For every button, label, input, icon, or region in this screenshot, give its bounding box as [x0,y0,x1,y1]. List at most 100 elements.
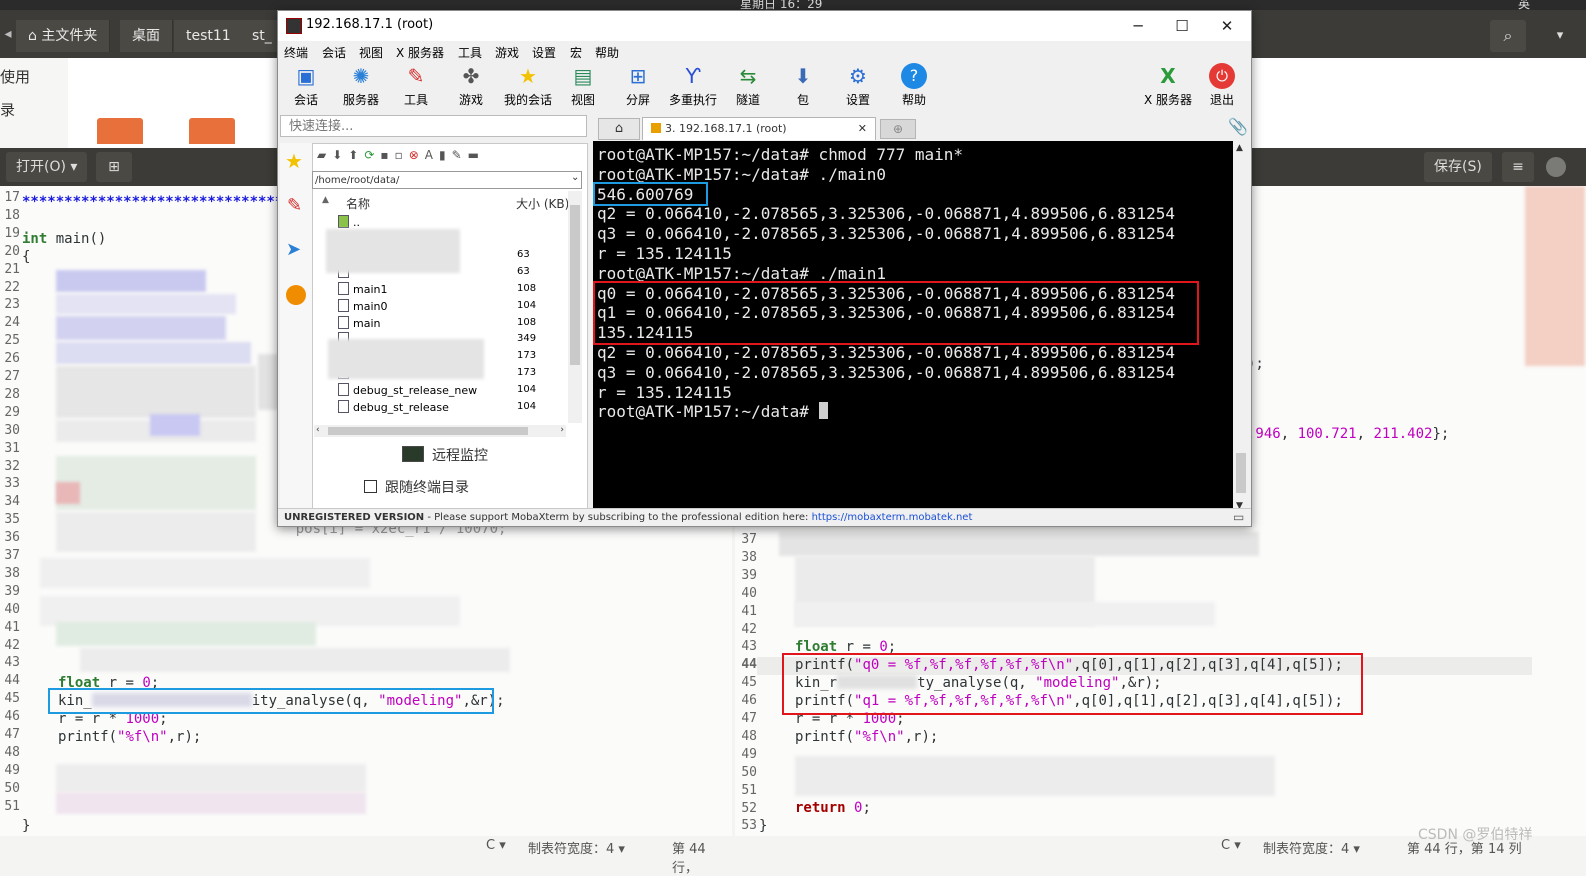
send-icon[interactable]: ➤ [286,239,301,260]
blurred-code [56,342,251,364]
file-size: 349 [517,333,537,344]
toolbar-exit[interactable]: ⏻ 退出 [1194,63,1250,108]
terminal-scrollbar[interactable]: ▲ ▼ [1233,141,1249,515]
close-tab-icon[interactable]: ✕ [858,118,867,140]
new-tab-icon[interactable]: ⊕ [880,119,916,139]
terminal-icon: ▬ [467,148,485,162]
sort-arrow-icon[interactable]: ▲ [322,195,329,205]
toolbar-my-sessions[interactable]: ★ 我的会话 [500,63,556,108]
blurred-code [56,316,226,340]
remote-monitor-button[interactable]: 远程监控 [402,445,488,465]
code-line-51: } [22,818,31,834]
upload-icon: ⬆ [348,148,365,162]
tab-width-selector[interactable]: 制表符宽度：4 ▾ [1263,838,1360,857]
minimize-icon[interactable]: ─ [1123,15,1153,37]
line-number: 34 [4,494,20,510]
close-icon[interactable]: ✕ [1212,15,1242,37]
toolbar-packages[interactable]: ⬇ 包 [775,63,831,108]
quick-connect-input[interactable]: 快速连接... [280,115,587,137]
sidebar-item-recent[interactable]: 使用 [0,66,30,87]
toolbar-view[interactable]: ▤ 视图 [555,63,611,108]
folder-icon[interactable] [189,118,235,144]
list-item[interactable]: debug_st_release_new [316,383,477,397]
toolbar-tunneling[interactable]: ⇆ 隧道 [720,63,776,108]
toolbar-session[interactable]: ▣ 会话 [278,63,334,108]
blurred-code [56,512,256,552]
menu-tools[interactable]: 工具 [458,44,482,61]
save-button[interactable]: 保存(S) [1424,152,1492,182]
toolbar-tools[interactable]: ✎ 工具 [388,63,444,108]
gamepad-icon: ✤ [462,64,480,88]
terminal-line: q2 = 0.066410,-2.078565,3.325306,-0.0688… [597,343,1175,362]
open-button[interactable]: 打开(O) ▾ [6,152,88,182]
list-item[interactable]: .. [316,215,360,229]
line-number: 38 [741,549,757,565]
language-selector[interactable]: C ▾ [1221,838,1241,853]
menu-view[interactable]: 视图 [359,44,383,61]
blurred-code [40,558,370,588]
column-size-header[interactable]: 大小 (KB) [516,195,569,212]
chevron-down-icon[interactable]: ⌄ [571,172,579,183]
line-number: 47 [741,711,757,726]
menu-macros[interactable]: 宏 [570,44,582,61]
folder-icon[interactable] [97,118,143,144]
sftp-toolbar[interactable]: ▰⬇⬆⟳▪▫⊗A▮✎▬ [317,148,557,166]
menu-settings[interactable]: 设置 [532,44,556,61]
registration-status-bar: UNREGISTERED VERSION - Please support Mo… [278,508,1251,526]
new-tab-icon[interactable]: ⊞ [96,152,132,182]
menu-terminal[interactable]: 终端 [284,44,308,61]
line-number: 38 [4,565,20,581]
maximize-icon[interactable]: ☐ [1167,15,1197,37]
line-number: 26 [4,351,20,367]
file-size: 108 [517,317,537,328]
list-item[interactable]: main1 [316,282,387,296]
column-name-header[interactable]: 名称 [346,195,370,212]
tab-width-selector[interactable]: 制表符宽度：4 ▾ [528,838,625,857]
toolbar-split[interactable]: ⊞ 分屏 [610,63,666,108]
terminal-line: root@ATK-MP157:~/data# chmod 777 main* [597,145,964,164]
follow-terminal-checkbox[interactable]: 跟随终端目录 [364,477,469,497]
sftp-scrollbar[interactable] [568,191,582,423]
breadcrumb-test11[interactable]: test11 [174,20,244,52]
line-number: 46 [4,709,20,725]
minimize-icon[interactable] [1546,157,1566,177]
monitor-icon[interactable]: ▭ [1233,510,1244,524]
language-selector[interactable]: C ▾ [486,838,506,853]
sftp-icon[interactable] [286,285,306,305]
back-arrow-icon[interactable]: ◂ [0,20,16,48]
toolbar-xserver[interactable]: XX 服务器 [1138,63,1198,108]
window-menu-icon[interactable]: ▾ [1540,20,1580,52]
horizontal-scrollbar[interactable]: ‹ › [314,425,566,437]
star-icon[interactable]: ★ [285,149,303,173]
edit-icon: ✎ [451,148,468,162]
home-tab-icon[interactable]: ⌂ [598,118,640,140]
terminal-tab[interactable]: 3. 192.168.17.1 (root) ✕ [642,117,876,140]
menu-games[interactable]: 游戏 [495,44,519,61]
toolbar-games[interactable]: ✤ 游戏 [443,63,499,108]
toolbar-servers[interactable]: ✺ 服务器 [333,63,389,108]
menu-xserver[interactable]: X 服务器 [396,44,444,61]
subscribe-link[interactable]: https://mobaxterm.mobatek.net [812,512,973,523]
line-number: 22 [4,279,20,295]
list-item[interactable]: debug_st_release [316,400,449,414]
tools-icon[interactable]: ✎ [287,195,302,216]
breadcrumb-desktop[interactable]: 桌面 [120,20,173,52]
breadcrumb-home[interactable]: ⌂ 主文件夹 [16,20,111,52]
line-number: 20 [4,243,20,259]
menu-session[interactable]: 会话 [322,44,346,61]
toolbar-help[interactable]: ? 帮助 [886,63,942,108]
toolbar-settings[interactable]: ⚙ 设置 [830,63,886,108]
hamburger-menu-icon[interactable]: ≡ [1502,152,1534,182]
list-item[interactable]: main0 [316,299,387,313]
home-icon: ⌂ [28,28,42,44]
toolbar-multiexec[interactable]: Ƴ 多重执行 [665,63,721,108]
line-number: 47 [4,727,20,742]
list-item[interactable]: main [316,316,380,330]
terminal-line: q3 = 0.066410,-2.078565,3.325306,-0.0688… [597,362,1175,382]
menu-help[interactable]: 帮助 [595,44,619,61]
sftp-path-field[interactable]: /home/root/data/ [312,171,582,189]
sidebar-item-label[interactable]: 录 [0,99,15,120]
search-icon[interactable]: ⌕ [1490,20,1526,52]
attachment-icon[interactable]: 📎 [1228,117,1248,136]
line-number: 23 [4,297,20,313]
